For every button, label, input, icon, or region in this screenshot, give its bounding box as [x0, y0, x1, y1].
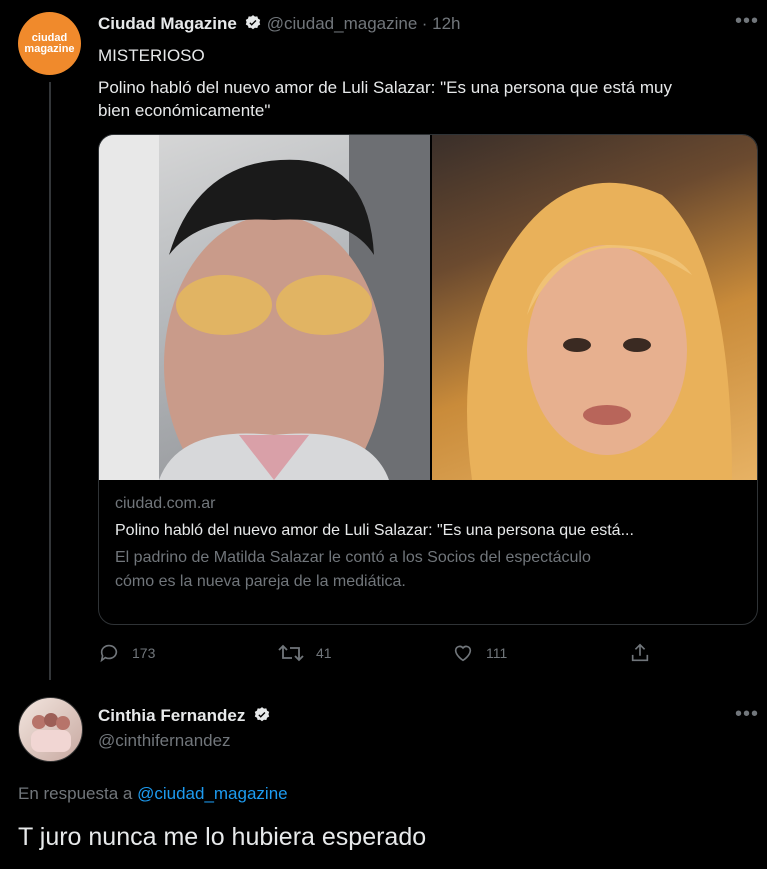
verified-badge-icon [254, 707, 270, 722]
share-icon [631, 643, 649, 662]
author-handle[interactable]: @cinthifernandez [98, 731, 231, 751]
avatar[interactable] [18, 697, 83, 762]
card-image-right [432, 135, 757, 480]
avatar-text: magazine [24, 42, 75, 55]
thread-line [49, 82, 51, 680]
retweet-button[interactable]: 41 [278, 642, 332, 664]
card-domain: ciudad.com.ar [115, 495, 216, 512]
tweet-line: bien económicamente" [98, 101, 271, 120]
verified-badge-icon [246, 15, 261, 30]
reply-context: En respuesta a @ciudad_magazine [18, 784, 288, 804]
more-icon[interactable]: ••• [735, 10, 759, 33]
retweet-icon [278, 644, 304, 662]
tweet-line: MISTERIOSO [98, 46, 205, 65]
reply-icon [100, 644, 118, 663]
like-button[interactable]: 111 [452, 642, 507, 664]
link-card[interactable]: ciudad.com.ar Polino habló del nuevo amo… [98, 134, 758, 625]
reply-count: 173 [132, 645, 156, 661]
author-handle[interactable]: @ciudad_magazine [267, 14, 418, 33]
avatar-text: ciudad [31, 31, 68, 44]
card-image-left [99, 135, 430, 515]
reply-to-link[interactable]: @ciudad_magazine [137, 784, 288, 803]
card-desc-line: cómo es la nueva pareja de la mediática. [115, 573, 406, 590]
card-description: El padrino de Matilda Salazar le contó a… [115, 546, 745, 594]
heart-icon [454, 645, 472, 662]
more-icon[interactable]: ••• [735, 703, 759, 726]
author-name[interactable]: Cinthia Fernandez [98, 706, 245, 725]
avatar[interactable]: ciudad magazine [18, 12, 81, 75]
tweet-header: Cinthia Fernandez [98, 706, 271, 726]
tweet-text: T juro nunca me lo hubiera esperado [18, 823, 427, 851]
share-button[interactable] [629, 642, 651, 664]
card-meta: ciudad.com.ar Polino habló del nuevo amo… [115, 495, 745, 594]
reply-button[interactable]: 173 [98, 642, 155, 664]
tweet-line: Polino habló del nuevo amor de Luli Sala… [98, 78, 673, 97]
card-title: Polino habló del nuevo amor de Luli Sala… [115, 522, 634, 539]
like-count: 111 [486, 645, 508, 661]
tweet-header: Ciudad Magazine @ciudad_magazine · 12h [98, 14, 461, 34]
retweet-count: 41 [316, 645, 332, 661]
tweet-time[interactable]: · 12h [422, 14, 461, 33]
reply-prefix: En respuesta a [18, 784, 133, 803]
author-name[interactable]: Ciudad Magazine [98, 14, 237, 33]
card-desc-line: El padrino de Matilda Salazar le contó a… [115, 549, 591, 566]
